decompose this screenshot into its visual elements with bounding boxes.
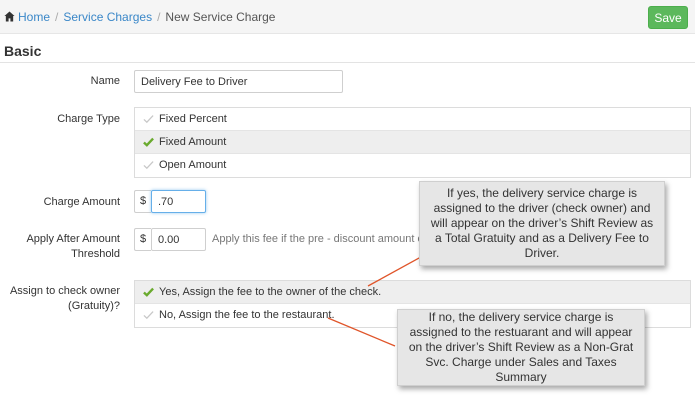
check-icon (143, 115, 154, 124)
home-icon (4, 11, 15, 22)
check-icon (143, 137, 154, 147)
option-label: Yes, Assign the fee to the owner of the … (159, 286, 382, 298)
breadcrumb-separator: / (55, 10, 59, 24)
charge-amount-input[interactable] (151, 190, 206, 213)
check-icon (143, 311, 154, 320)
assign-owner-option-yes[interactable]: Yes, Assign the fee to the owner of the … (135, 281, 690, 304)
assign-owner-label-line1: Assign to check owner (9, 285, 120, 297)
apply-after-hint: Apply this fee if the pre - discount amo… (212, 233, 445, 245)
apply-after-label-line2: Threshold (71, 248, 120, 260)
section-title: Basic (4, 43, 42, 59)
breadcrumb-home-label: Home (18, 10, 51, 24)
option-label: Fixed Amount (159, 136, 227, 148)
save-button[interactable]: Save (648, 6, 688, 29)
charge-type-option-fixed-percent[interactable]: Fixed Percent (135, 108, 690, 131)
breadcrumb-home[interactable]: Home (4, 10, 50, 24)
option-label: Fixed Percent (159, 113, 227, 125)
check-icon (143, 287, 154, 297)
apply-after-input[interactable] (151, 228, 206, 251)
breadcrumb-separator: / (157, 10, 161, 24)
charge-type-label: Charge Type (57, 113, 120, 125)
charge-type-option-fixed-amount[interactable]: Fixed Amount (135, 131, 690, 154)
breadcrumb-current: New Service Charge (165, 10, 276, 24)
callout-no: If no, the delivery service charge is as… (397, 309, 645, 386)
service-charge-page: Home / Service Charges / New Service Charge … (0, 0, 695, 395)
breadcrumb-bar: Home / Service Charges / New Service Charge … (0, 0, 695, 34)
charge-type-options: Fixed Percent Fixed Amount Open Amount (134, 107, 691, 178)
assign-owner-label: Assign to check owner (Gratuity)? (0, 284, 120, 314)
assign-owner-label-line2: (Gratuity)? (68, 300, 120, 312)
apply-after-label-line1: Apply After Amount (26, 233, 120, 245)
breadcrumb-service-charges[interactable]: Service Charges (63, 10, 152, 24)
check-icon (143, 161, 154, 170)
charge-type-option-open-amount[interactable]: Open Amount (135, 154, 690, 177)
name-label: Name (90, 75, 120, 87)
currency-addon: $ (134, 228, 151, 251)
name-input[interactable] (134, 70, 343, 93)
breadcrumb: Home / Service Charges / New Service Charge (4, 10, 275, 24)
section-divider (0, 62, 695, 63)
callout-yes: If yes, the delivery service charge is a… (419, 181, 665, 266)
option-label: Open Amount (159, 159, 227, 171)
currency-addon: $ (134, 190, 151, 213)
apply-after-label: Apply After Amount Threshold (10, 232, 120, 262)
charge-amount-label: Charge Amount (43, 196, 120, 208)
option-label: No, Assign the fee to the restaurant. (159, 309, 335, 321)
